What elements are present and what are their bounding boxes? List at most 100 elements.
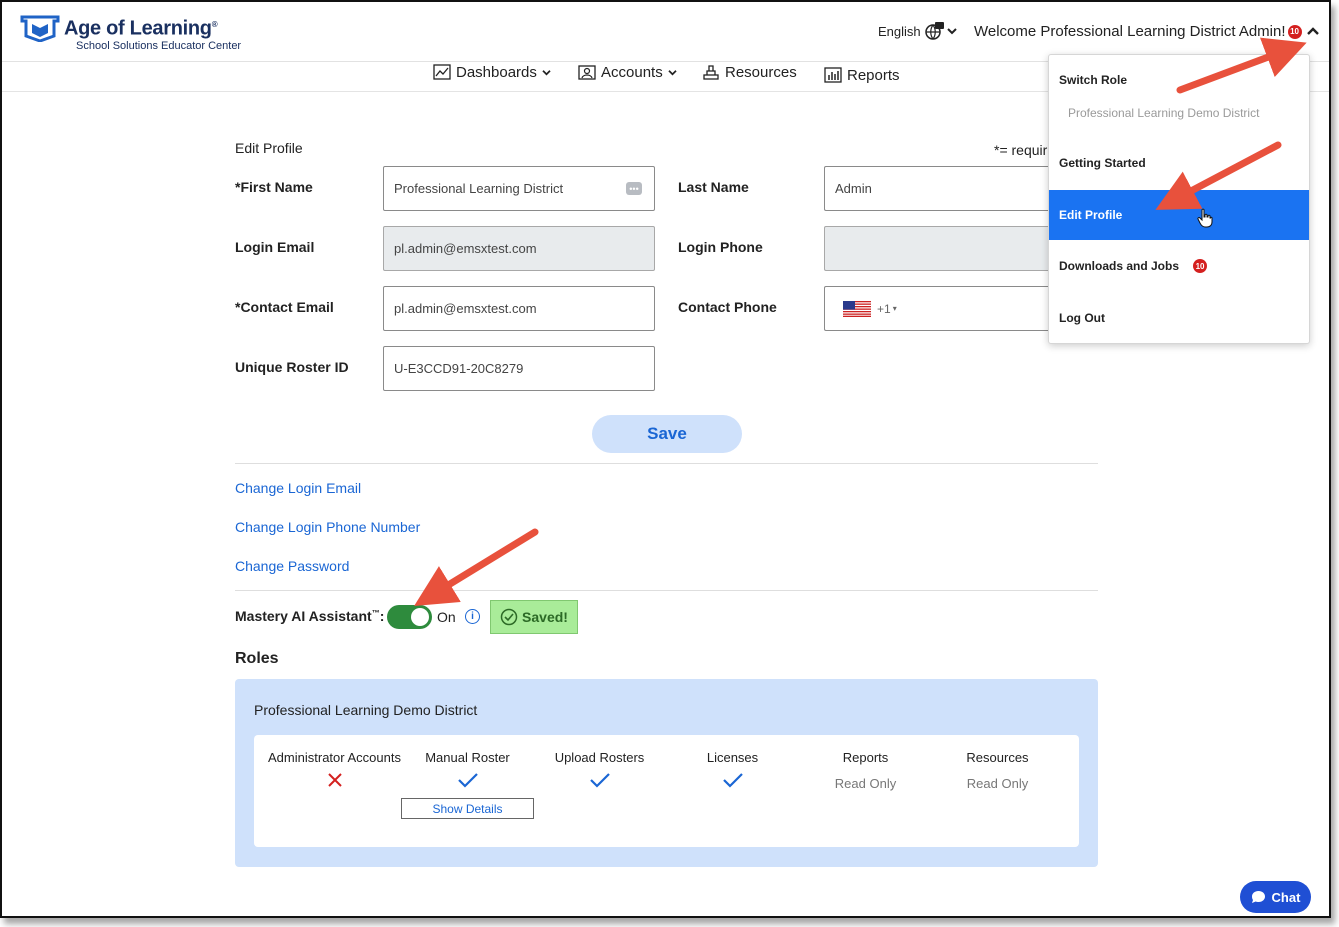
welcome-text: Welcome Professional Learning District A…: [974, 23, 1286, 40]
nav-accounts[interactable]: Accounts: [578, 60, 677, 84]
chat-bubble-icon: [1251, 891, 1265, 903]
saved-text: Saved!: [522, 609, 568, 625]
contact-email-field[interactable]: pl.admin@emsxtest.com: [383, 286, 655, 331]
change-password-link[interactable]: Change Password: [235, 558, 349, 574]
menu-edit-profile-label: Edit Profile: [1059, 208, 1123, 222]
save-button[interactable]: Save: [592, 415, 742, 453]
nav-accounts-label: Accounts: [601, 63, 663, 81]
resources-icon: [703, 65, 719, 80]
perm-name: Reports: [842, 750, 889, 765]
chevron-down-icon: [946, 28, 957, 35]
roster-id-value: U-E3CCD91-20C8279: [394, 361, 524, 376]
autofill-icon[interactable]: •••: [626, 182, 642, 195]
login-email-field: pl.admin@emsxtest.com: [383, 226, 655, 271]
menu-getting-started[interactable]: Getting Started: [1049, 138, 1309, 188]
toggle-knob: [411, 608, 429, 626]
arrow-to-toggle: [414, 528, 539, 606]
contact-email-value: pl.admin@emsxtest.com: [394, 301, 537, 316]
reports-icon: [824, 67, 842, 83]
chevron-down-icon: [668, 69, 677, 75]
change-login-phone-link[interactable]: Change Login Phone Number: [235, 519, 420, 535]
chevron-down-icon: [542, 69, 551, 75]
perm-admin-accounts: Administrator Accounts: [268, 750, 401, 793]
us-flag-icon[interactable]: [843, 300, 871, 317]
change-login-email-link[interactable]: Change Login Email: [235, 480, 361, 496]
perm-name: Administrator Accounts: [268, 750, 401, 765]
menu-log-out[interactable]: Log Out: [1049, 293, 1309, 343]
toggle-state-label: On: [437, 609, 456, 625]
roster-id-field[interactable]: U-E3CCD91-20C8279: [383, 346, 655, 391]
perm-upload-rosters: Upload Rosters: [533, 750, 666, 793]
nav-reports[interactable]: Reports: [824, 63, 900, 87]
nav-dashboards-label: Dashboards: [456, 63, 537, 81]
contact-phone-label: Contact Phone: [678, 299, 777, 315]
logo-icon: [20, 15, 60, 42]
chat-button[interactable]: Chat: [1240, 881, 1311, 913]
downloads-badge: 10: [1193, 259, 1208, 273]
login-email-value: pl.admin@emsxtest.com: [394, 241, 537, 256]
login-phone-label: Login Phone: [678, 239, 763, 255]
check-icon: [722, 773, 743, 788]
first-name-field[interactable]: Professional Learning District •••: [383, 166, 655, 211]
perm-name: Upload Rosters: [554, 750, 645, 765]
last-name-field[interactable]: Admin: [824, 166, 1064, 211]
user-menu-toggle[interactable]: Welcome Professional Learning District A…: [974, 23, 1319, 40]
last-name-label: Last Name: [678, 179, 749, 195]
chevron-up-icon: [1306, 27, 1319, 35]
saved-status: Saved!: [490, 600, 578, 634]
check-icon: [457, 773, 478, 788]
menu-downloads-jobs[interactable]: Downloads and Jobs 10: [1049, 241, 1309, 291]
menu-edit-profile[interactable]: Edit Profile: [1049, 190, 1309, 240]
nav-resources-label: Resources: [725, 63, 797, 81]
contact-phone-field[interactable]: +1 ▾: [824, 286, 1064, 331]
accounts-icon: [578, 65, 596, 80]
logo-subtitle: School Solutions Educator Center: [76, 39, 242, 52]
info-icon[interactable]: i: [465, 609, 480, 624]
phone-country-code: +1: [877, 301, 891, 316]
roles-panel: Professional Learning Demo District Admi…: [235, 679, 1098, 867]
last-name-value: Admin: [835, 181, 872, 196]
login-phone-field: [824, 226, 1064, 271]
hand-cursor-icon: [1197, 208, 1213, 228]
menu-downloads-label: Downloads and Jobs: [1059, 259, 1180, 273]
logo-title: Age of Learning®: [64, 17, 218, 40]
perm-name: Resources: [966, 750, 1029, 765]
roles-title: Roles: [235, 650, 279, 667]
app-window: Age of Learning® School Solutions Educat…: [0, 0, 1331, 918]
mastery-ai-toggle[interactable]: [387, 605, 432, 629]
mastery-ai-label: Mastery AI Assistant™:: [235, 608, 385, 624]
check-icon: [589, 773, 610, 788]
roster-id-label: Unique Roster ID: [235, 359, 349, 375]
perm-manual-roster: Manual Roster: [401, 750, 534, 793]
language-selector[interactable]: English: [878, 22, 957, 40]
translate-icon: [924, 22, 944, 40]
login-email-label: Login Email: [235, 239, 315, 255]
menu-district-option[interactable]: Professional Learning Demo District: [1049, 88, 1309, 138]
check-circle-icon: [500, 608, 518, 626]
roles-district: Professional Learning Demo District: [254, 702, 478, 718]
form-title: Edit Profile: [235, 140, 303, 156]
logo[interactable]: Age of Learning® School Solutions Educat…: [20, 14, 241, 52]
required-note: *= requir: [994, 142, 1048, 158]
contact-email-label: *Contact Email: [235, 299, 334, 315]
language-label: English: [878, 23, 921, 39]
permissions-table: Administrator Accounts Manual Roster Upl…: [254, 735, 1079, 847]
perm-value: Read Only: [834, 776, 897, 791]
first-name-value: Professional Learning District: [394, 181, 564, 196]
perm-resources: Resources Read Only: [931, 750, 1064, 791]
x-icon: [327, 773, 342, 787]
divider: [235, 463, 1098, 464]
header: Age of Learning® School Solutions Educat…: [2, 2, 1329, 62]
nav-resources[interactable]: Resources: [702, 60, 797, 84]
perm-licenses: Licenses: [666, 750, 799, 793]
nav-reports-label: Reports: [847, 66, 900, 84]
show-details-button[interactable]: Show Details: [401, 798, 534, 819]
chart-icon: [433, 64, 451, 80]
chat-label: Chat: [1271, 889, 1301, 905]
perm-value: Read Only: [966, 776, 1029, 791]
divider: [235, 590, 1098, 591]
perm-reports: Reports Read Only: [799, 750, 932, 791]
perm-name: Licenses: [706, 750, 759, 765]
first-name-label: *First Name: [235, 179, 313, 195]
nav-dashboards[interactable]: Dashboards: [433, 60, 551, 84]
